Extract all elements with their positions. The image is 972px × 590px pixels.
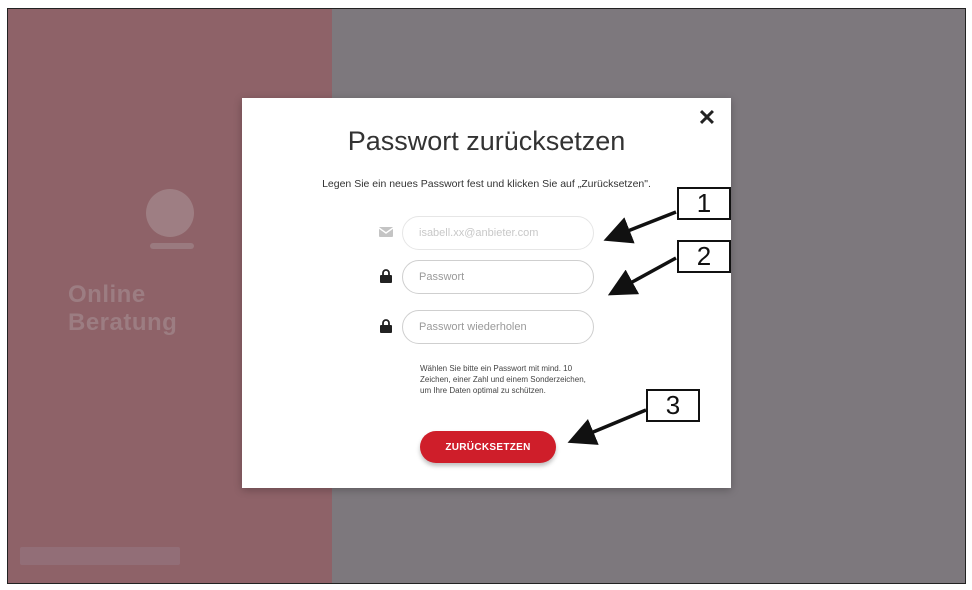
password-field[interactable]	[402, 260, 594, 294]
password-repeat-field[interactable]	[402, 310, 594, 344]
callout-2: 2	[677, 240, 731, 273]
background-title: Online Beratung	[68, 281, 178, 336]
callout-1: 1	[677, 187, 731, 220]
password-row	[378, 260, 608, 294]
background-logo-caption	[150, 243, 194, 249]
reset-button[interactable]: ZURÜCKSETZEN	[420, 431, 556, 463]
email-field[interactable]	[402, 216, 594, 250]
modal-title: Passwort zurücksetzen	[347, 126, 626, 156]
reset-password-modal: ✕ Passwort zurücksetzen Legen Sie ein ne…	[242, 98, 731, 488]
instruction-text: Legen Sie ein neues Passwort fest und kl…	[322, 178, 651, 190]
callout-3: 3	[646, 389, 700, 422]
lock-icon	[378, 268, 394, 284]
password-repeat-row	[378, 310, 608, 344]
password-hint: Wählen Sie bitte ein Passwort mit mind. …	[420, 364, 586, 395]
email-row	[378, 216, 608, 250]
envelope-icon	[378, 224, 394, 240]
background-logo	[146, 189, 194, 237]
background-footer	[20, 547, 180, 565]
lock-icon	[378, 318, 394, 334]
